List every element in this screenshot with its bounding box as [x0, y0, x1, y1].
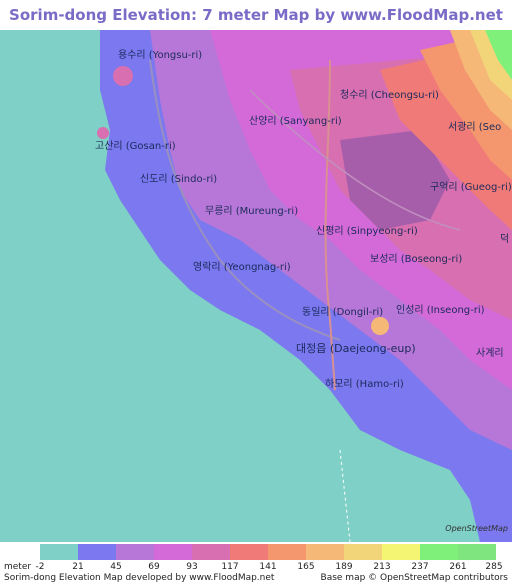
place-label: 용수리 (Yongsu-ri)	[118, 50, 203, 61]
place-label: 서광리 (Seo	[448, 122, 502, 133]
hill-dongil	[371, 317, 389, 335]
hill-yongsu	[113, 66, 133, 86]
place-label: 신평리 (Sinpyeong-ri)	[316, 226, 418, 237]
place-label: 산양리 (Sanyang-ri)	[249, 116, 342, 127]
place-label: 구억리 (Gueog-ri)	[430, 182, 512, 193]
place-label: 무릉리 (Mureung-ri)	[205, 206, 299, 217]
legend-tick: 165	[297, 562, 315, 572]
legend-tick: 189	[335, 562, 353, 572]
legend-swatch	[192, 544, 230, 560]
hill-south	[461, 449, 479, 467]
legend-swatch	[420, 544, 458, 560]
page-title: Sorim-dong Elevation: 7 meter Map by www…	[9, 6, 503, 54]
place-label: 하모리 (Hamo-ri)	[325, 379, 404, 390]
place-label: 동일리 (Dongil-ri)	[302, 307, 384, 318]
place-label: 신도리 (Sindo-ri)	[140, 174, 218, 185]
place-label: 대정읍 (Daejeong-eup)	[296, 342, 416, 355]
legend-tick: -2	[35, 562, 45, 572]
legend-tick: 93	[186, 562, 198, 572]
legend-tick: 141	[259, 562, 277, 572]
map-canvas	[0, 30, 512, 543]
legend-swatch	[40, 544, 78, 560]
legend-tick: 237	[411, 562, 429, 572]
legend-swatch	[78, 544, 116, 560]
place-label: 청수리 (Cheongsu-ri)	[340, 90, 439, 101]
legend-swatch	[458, 544, 496, 560]
legend-tick: 45	[110, 562, 122, 572]
legend-swatch	[306, 544, 344, 560]
osm-badge: OpenStreetMap	[445, 524, 508, 533]
legend-unit: meter	[4, 562, 32, 572]
legend-tick: 69	[148, 562, 160, 572]
legend-tick: 261	[449, 562, 467, 572]
legend-tick: 213	[373, 562, 391, 572]
elevation-map[interactable]: 용수리 (Yongsu-ri) 고산리 (Gosan-ri) 신도리 (Sind…	[0, 30, 512, 543]
legend-swatch	[230, 544, 268, 560]
legend-tick: 285	[485, 562, 503, 572]
place-label: 사계리	[476, 348, 504, 359]
legend-swatch	[116, 544, 154, 560]
place-label: 인성리 (Inseong-ri)	[396, 305, 485, 316]
legend-swatch	[268, 544, 306, 560]
legend-tick: 21	[72, 562, 84, 572]
place-label: 보성리 (Boseong-ri)	[370, 254, 463, 265]
elevation-legend: meter -2 21 45 69 93 117 141 165 189 213…	[0, 542, 512, 583]
place-label: 고산리 (Gosan-ri)	[95, 141, 176, 152]
legend-swatch	[344, 544, 382, 560]
place-label: 영락리 (Yeongnag-ri)	[193, 262, 291, 273]
legend-tick: 117	[221, 562, 239, 572]
place-label: 덕	[500, 234, 510, 245]
legend-swatch	[154, 544, 192, 560]
legend-swatch	[382, 544, 420, 560]
